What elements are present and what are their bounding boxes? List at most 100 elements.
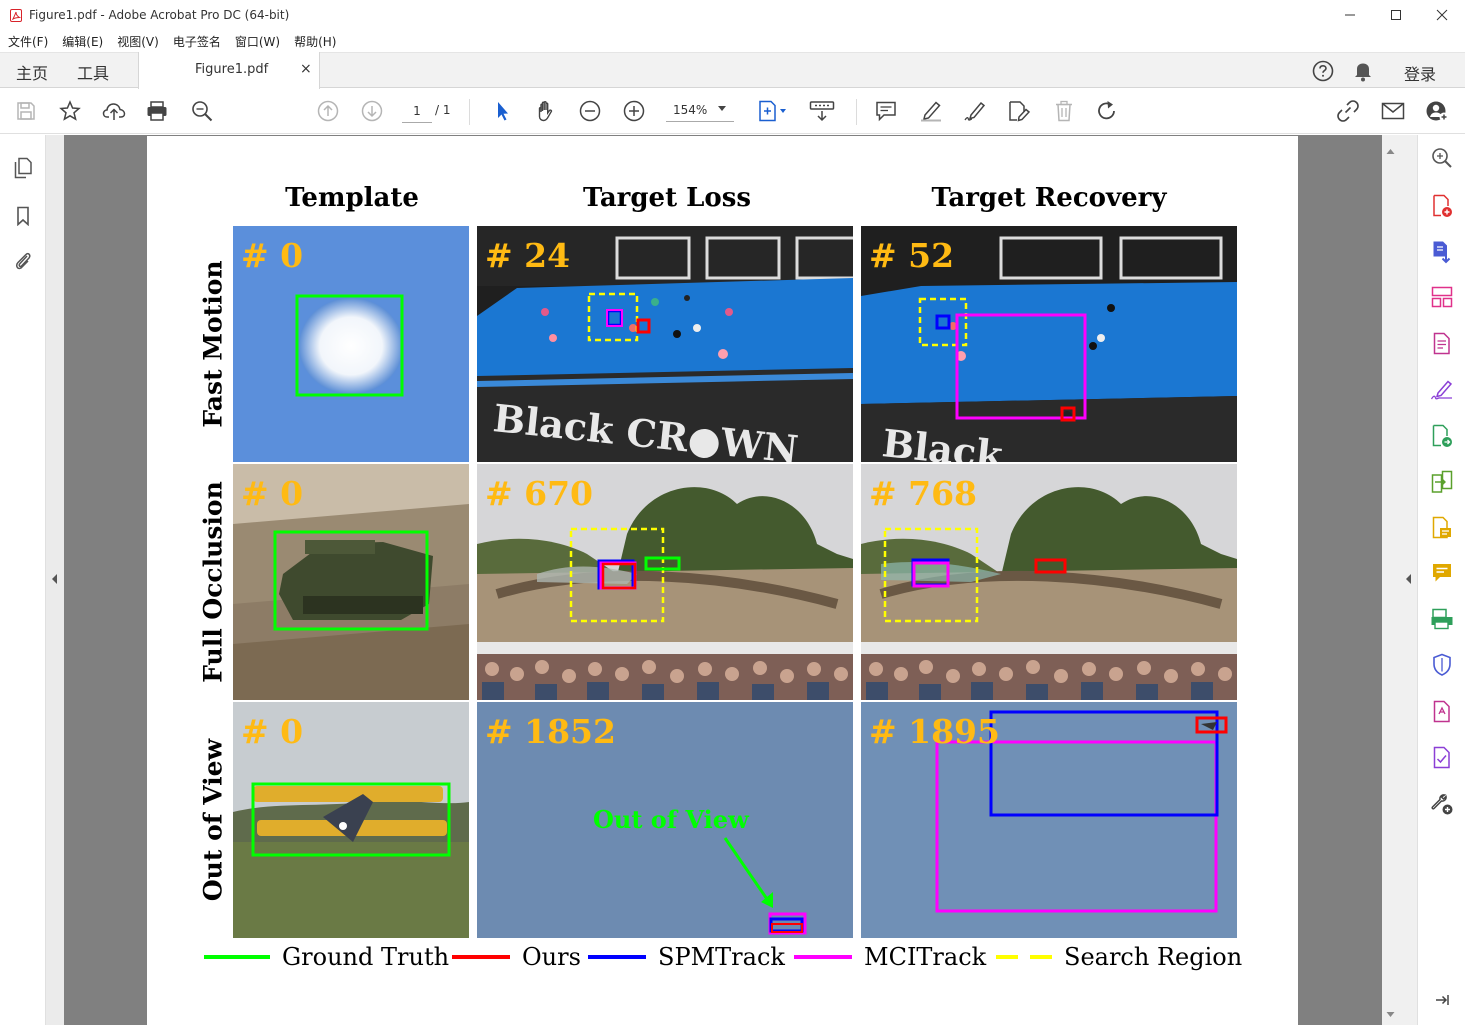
search-button[interactable]	[190, 99, 214, 123]
tool-send-for-sign[interactable]	[1430, 424, 1454, 448]
image-full-occlusion-target-loss: # 670	[477, 464, 853, 700]
tab-tools[interactable]: 工具	[77, 60, 109, 84]
edit-pdf-icon	[1433, 332, 1450, 355]
image-full-occlusion-target-recovery: # 768	[861, 464, 1237, 700]
rotate-button[interactable]	[1095, 99, 1119, 123]
frame-number: # 1895	[869, 712, 1000, 751]
toolbar-divider	[469, 99, 470, 125]
tool-scan-ocr[interactable]	[1430, 607, 1454, 631]
frame-number: # 0	[241, 712, 304, 751]
tool-edit-pdf[interactable]	[1430, 332, 1454, 356]
delete-button[interactable]	[1052, 99, 1076, 123]
star-icon	[59, 100, 81, 121]
previous-page-button[interactable]	[316, 99, 340, 123]
comment-button[interactable]	[874, 99, 898, 123]
shield-icon	[1433, 653, 1451, 676]
bookmark-icon	[17, 206, 29, 226]
tool-forms[interactable]	[1430, 516, 1454, 540]
cloud-upload-icon	[102, 103, 126, 120]
frame-number: # 52	[869, 236, 955, 275]
minimize-button[interactable]	[1327, 0, 1373, 30]
bookmarks-button[interactable]	[12, 205, 34, 227]
page-thumbnails-button[interactable]	[12, 157, 34, 179]
print-icon	[147, 101, 167, 121]
select-tool-button[interactable]	[490, 99, 514, 123]
legend-label: Search Region	[1064, 943, 1243, 971]
vertical-scrollbar[interactable]	[1382, 135, 1399, 1025]
print-button[interactable]	[145, 99, 169, 123]
draw-button[interactable]	[963, 99, 987, 123]
legend-swatch	[996, 955, 1052, 959]
tool-search[interactable]	[1430, 146, 1454, 170]
save-icon	[17, 102, 35, 120]
left-navigation-panel	[0, 135, 46, 1025]
tool-export-pdf[interactable]	[1430, 240, 1454, 264]
zoom-level-select[interactable]: 154%	[666, 100, 734, 122]
maximize-button[interactable]	[1373, 0, 1419, 30]
tab-bar: 主页 工具 Figure1.pdf × 登录	[0, 52, 1465, 89]
tool-protect[interactable]	[1430, 653, 1454, 677]
close-window-button[interactable]	[1419, 0, 1465, 30]
frame-number: # 0	[241, 474, 304, 513]
comment-bubble-icon	[1433, 564, 1451, 582]
document-tab-close-button[interactable]: ×	[300, 61, 312, 77]
upload-button[interactable]	[102, 99, 126, 123]
zoom-out-button[interactable]	[578, 99, 602, 123]
tool-more-tools[interactable]	[1430, 792, 1454, 816]
menu-window[interactable]: 窗口(W)	[235, 33, 280, 50]
legend-swatch	[794, 955, 852, 959]
panel-collapse-icon	[1436, 995, 1449, 1005]
legend-label: SPMTrack	[658, 943, 785, 971]
menu-esign[interactable]: 电子签名	[173, 33, 221, 50]
tool-create-pdf[interactable]	[1430, 194, 1454, 218]
tool-comment[interactable]	[1430, 561, 1454, 585]
scroll-mode-icon	[809, 101, 835, 122]
left-panel-collapse[interactable]	[46, 135, 64, 1025]
next-page-button[interactable]	[360, 99, 384, 123]
bell-icon	[1355, 63, 1371, 82]
legend-spmtrack: SPMTrack	[588, 942, 785, 972]
notifications-button[interactable]	[1350, 53, 1376, 89]
bookmark-star-button[interactable]	[58, 99, 82, 123]
menu-help[interactable]: 帮助(H)	[294, 33, 336, 50]
highlight-button[interactable]	[919, 99, 943, 123]
share-user-button[interactable]	[1425, 99, 1449, 123]
page-fit-button[interactable]	[756, 99, 790, 123]
frame-number: # 24	[485, 236, 571, 275]
zoom-in-button[interactable]	[622, 99, 646, 123]
save-button[interactable]	[14, 99, 38, 123]
legend-label: Ground Truth	[282, 943, 450, 971]
page-number-input[interactable]: 1	[402, 101, 432, 123]
login-button[interactable]: 登录	[1404, 61, 1436, 85]
tab-home[interactable]: 主页	[16, 60, 48, 84]
edit-pdf-button[interactable]	[1007, 99, 1031, 123]
scroll-mode-button[interactable]	[808, 99, 836, 123]
hand-tool-button[interactable]	[534, 99, 558, 123]
share-link-button[interactable]	[1336, 99, 1360, 123]
tab-document[interactable]: Figure1.pdf ×	[138, 52, 320, 89]
attachments-button[interactable]	[12, 250, 34, 272]
menu-edit[interactable]: 编辑(E)	[62, 33, 103, 50]
right-panel-collapse[interactable]	[1399, 135, 1418, 1025]
menu-view[interactable]: 视图(V)	[117, 33, 159, 50]
add-user-icon	[1426, 101, 1449, 122]
tool-prepare-form[interactable]	[1430, 746, 1454, 770]
help-button[interactable]	[1309, 53, 1337, 89]
collapse-tools-panel-button[interactable]	[1430, 988, 1454, 1012]
tool-compare[interactable]	[1430, 470, 1454, 494]
document-tab-label: Figure1.pdf	[195, 62, 269, 77]
right-tools-panel	[1418, 135, 1465, 1025]
page-total: / 1	[435, 103, 451, 117]
tool-fill-sign[interactable]	[1430, 378, 1454, 402]
arrow-down-circle-icon	[361, 100, 383, 122]
tool-rich-media[interactable]	[1430, 700, 1454, 724]
help-icon	[1312, 60, 1334, 82]
send-document-icon	[1432, 424, 1452, 447]
pdf-page[interactable]: Template Target Loss Target Recovery Fas…	[147, 136, 1298, 1025]
menu-file[interactable]: 文件(F)	[8, 33, 48, 50]
mail-icon	[1381, 102, 1405, 120]
compare-icon	[1431, 470, 1453, 493]
email-button[interactable]	[1381, 99, 1405, 123]
tool-organize-pages[interactable]	[1430, 285, 1454, 309]
frame-number: # 670	[485, 474, 594, 513]
